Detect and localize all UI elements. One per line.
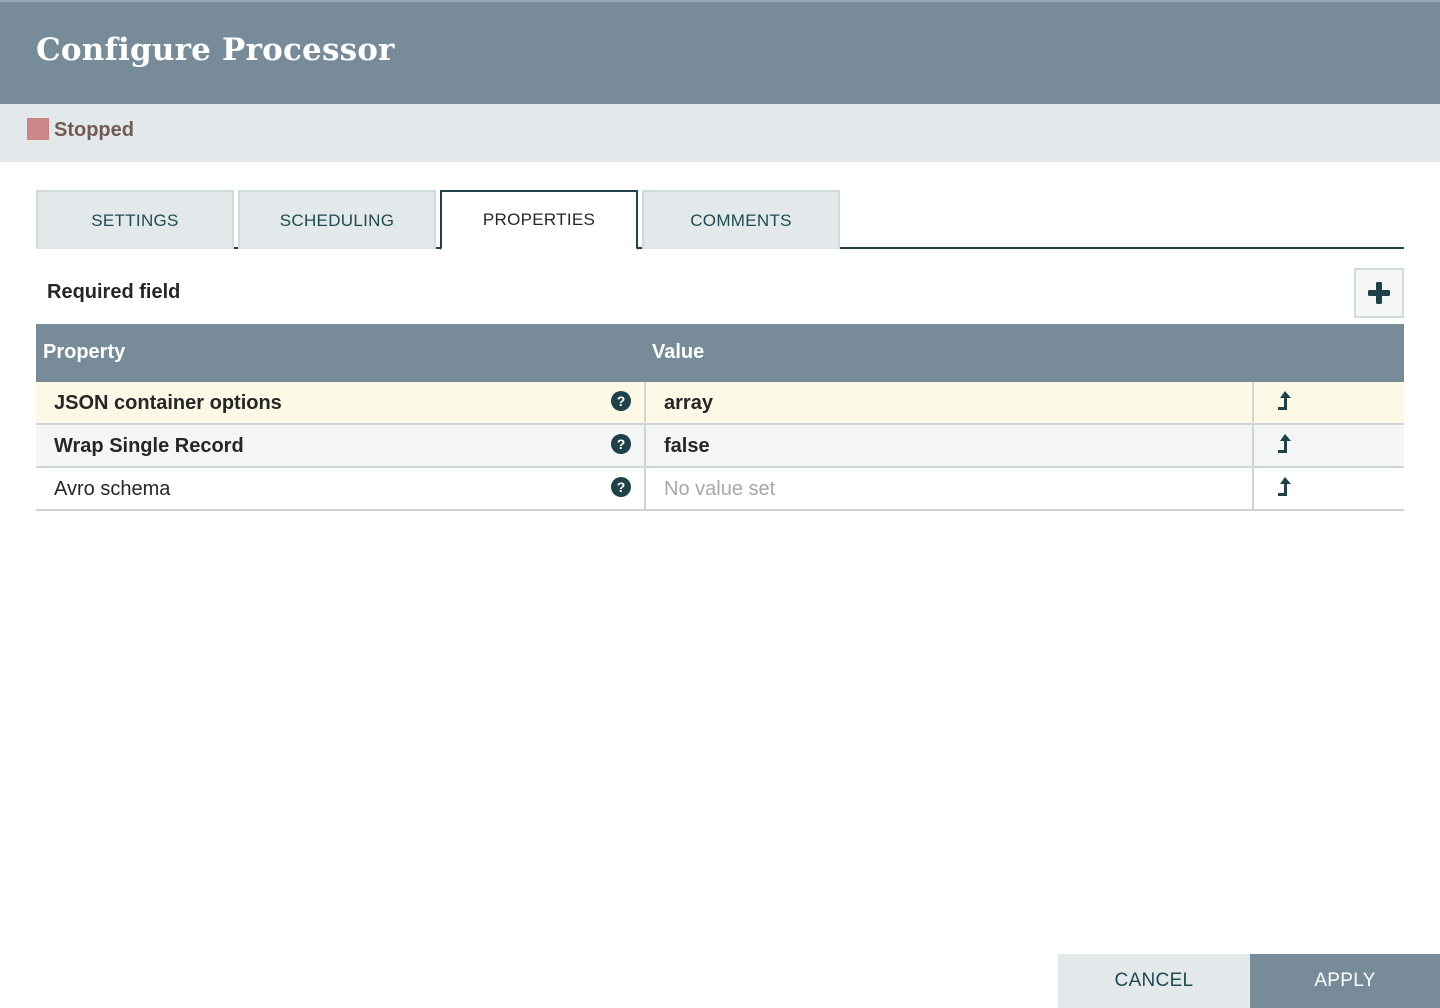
column-divider	[1252, 382, 1254, 425]
status-bar: Stopped	[0, 104, 1440, 162]
convert-to-parameter-icon[interactable]	[1274, 476, 1294, 498]
required-field-label: Required field	[47, 281, 181, 303]
column-header-property[interactable]: Property	[43, 341, 125, 364]
cancel-button[interactable]: CANCEL	[1058, 954, 1250, 1008]
table-row[interactable]: JSON container options ? array	[36, 382, 1404, 425]
property-value[interactable]: No value set	[664, 478, 775, 501]
table-row[interactable]: Avro schema ? No value set	[36, 468, 1404, 511]
dialog-title: Configure Processor	[36, 32, 395, 68]
column-divider	[644, 468, 646, 511]
tab-bar: SETTINGS SCHEDULING PROPERTIES COMMENTS	[36, 190, 1404, 250]
status-label: Stopped	[54, 119, 134, 141]
table-header: Property Value	[36, 324, 1404, 382]
column-divider	[644, 382, 646, 425]
property-name: JSON container options	[54, 392, 282, 414]
property-value[interactable]: array	[664, 392, 713, 415]
convert-to-parameter-icon[interactable]	[1274, 390, 1294, 412]
column-divider	[644, 425, 646, 468]
column-divider	[1252, 468, 1254, 511]
stopped-status-icon	[27, 118, 49, 140]
tab-settings[interactable]: SETTINGS	[36, 190, 234, 249]
column-divider	[1252, 425, 1254, 468]
tab-comments[interactable]: COMMENTS	[642, 190, 840, 249]
question-circle-icon[interactable]: ?	[611, 434, 631, 454]
property-value[interactable]: false	[664, 435, 710, 458]
convert-to-parameter-icon[interactable]	[1274, 433, 1294, 455]
property-name: Avro schema	[54, 478, 171, 500]
question-circle-icon[interactable]: ?	[611, 477, 631, 497]
column-header-value[interactable]: Value	[652, 341, 704, 364]
question-circle-icon[interactable]: ?	[611, 391, 631, 411]
property-name: Wrap Single Record	[54, 435, 244, 457]
dialog-header: Configure Processor	[0, 2, 1440, 104]
tab-scheduling[interactable]: SCHEDULING	[238, 190, 436, 249]
tab-properties[interactable]: PROPERTIES	[440, 190, 638, 250]
table-row[interactable]: Wrap Single Record ? false	[36, 425, 1404, 468]
apply-button[interactable]: APPLY	[1250, 954, 1440, 1008]
plus-icon	[1368, 282, 1390, 304]
properties-table: Property Value JSON container options ? …	[36, 324, 1404, 511]
add-property-button[interactable]	[1354, 268, 1404, 318]
